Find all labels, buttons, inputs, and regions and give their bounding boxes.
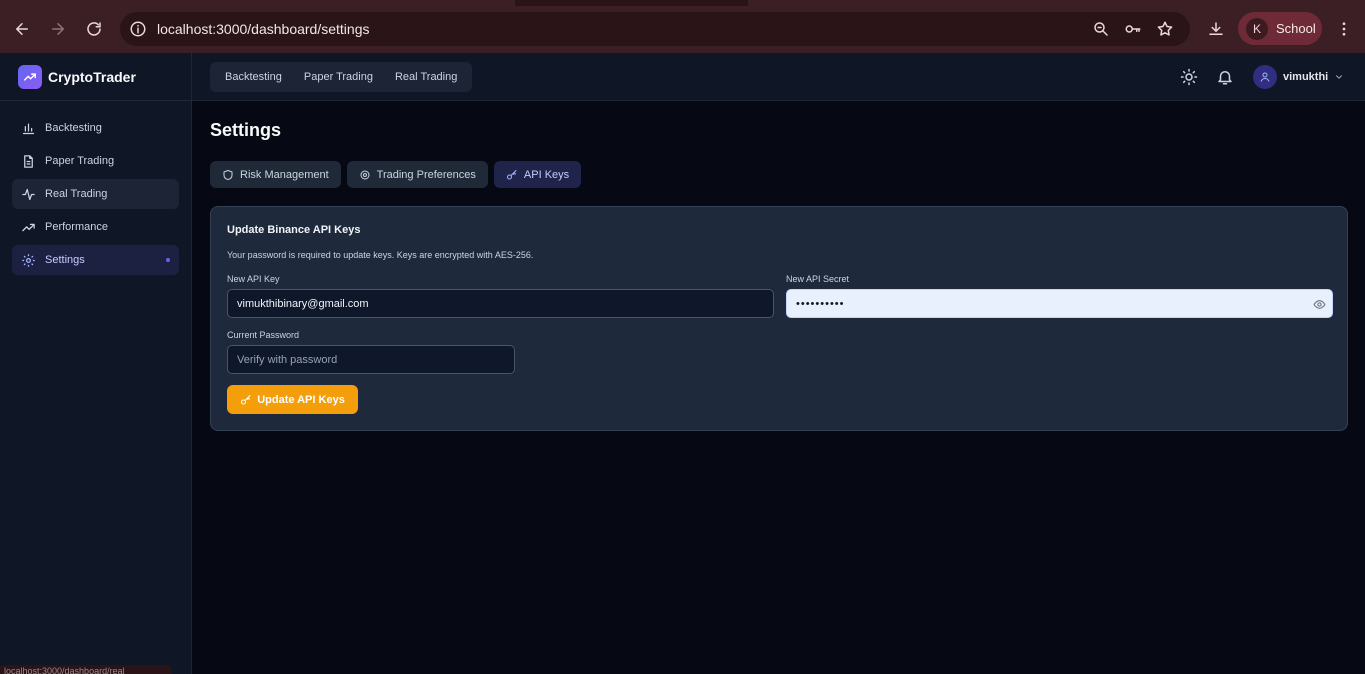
shield-icon [223,169,233,180]
tab-label: Risk Management [240,168,329,181]
gear-icon [22,253,35,267]
tab-trading-preferences[interactable]: Trading Preferences [346,161,488,188]
sidebar-item-paper-trading[interactable]: Paper Trading [12,146,179,176]
top-nav-real-trading[interactable]: Real Trading [384,62,468,92]
forward-button[interactable] [46,17,70,41]
browser-menu-button[interactable] [1332,17,1356,41]
submit-label: Update API Keys [257,393,345,406]
sidebar-item-backtesting[interactable]: Backtesting [12,113,179,143]
arrow-right-icon [52,23,64,35]
api-key-input[interactable]: vimukthibinary@gmail.com [227,289,774,318]
gear-icon [360,170,370,179]
user-menu[interactable]: vimukthi [1253,65,1344,89]
api-secret-label: New API Secret [786,274,850,284]
key-icon [506,169,517,179]
bookmark-star-icon[interactable] [1156,20,1174,38]
download-icon [1209,22,1223,35]
active-indicator-dot [166,258,170,262]
browser-tab[interactable] [0,0,515,6]
sidebar-divider [0,100,191,101]
password-label: Current Password [227,330,300,340]
site-info-icon[interactable] [129,20,147,38]
password-key-icon[interactable] [1124,20,1142,38]
user-avatar [1253,65,1277,89]
tab-risk-management[interactable]: Risk Management [210,161,341,188]
page-title: Settings [210,120,282,140]
profile-button[interactable]: K School [1238,12,1322,45]
trending-up-icon [22,223,35,231]
trending-up-logo-icon [18,65,42,89]
profile-avatar: K [1246,17,1268,40]
top-nav-paper-trading[interactable]: Paper Trading [293,62,384,92]
brand[interactable]: CryptoTrader [18,65,136,89]
card-title: Update Binance API Keys [227,224,361,236]
sidebar-item-real-trading[interactable]: Real Trading [12,179,179,209]
sun-icon[interactable] [1180,68,1198,86]
browser-tab[interactable] [748,0,1365,6]
update-api-keys-button[interactable]: Update API Keys [227,385,358,414]
sidebar-item-settings[interactable]: Settings [12,245,179,275]
sidebar-item-label: Backtesting [45,122,102,134]
reload-button[interactable] [82,17,106,41]
url-text[interactable]: localhost:3000/dashboard/settings [157,21,369,37]
eye-icon[interactable] [1313,298,1326,311]
bar-chart-icon [22,123,35,134]
sidebar-item-label: Real Trading [45,188,108,200]
browser-tabstrip [0,0,1365,6]
arrow-left-icon [16,23,28,35]
sidebar-item-performance[interactable]: Performance [12,212,179,242]
link-status-bar: localhost:3000/dashboard/real [0,665,172,674]
tab-label: Trading Preferences [376,168,476,181]
more-vertical-icon [1342,22,1346,36]
api-keys-card: Update Binance API Keys Your password is… [210,206,1348,431]
sidebar-nav: Backtesting Paper Trading Real Trading P… [12,113,179,278]
api-secret-value: •••••••••• [796,297,845,310]
chevron-down-icon [1336,75,1343,79]
brand-name: CryptoTrader [48,69,136,85]
current-password-input[interactable]: Verify with password [227,345,515,374]
activity-icon [22,188,35,200]
downloads-button[interactable] [1204,17,1228,41]
username: vimukthi [1283,71,1329,83]
top-nav-backtesting[interactable]: Backtesting [214,62,293,92]
card-description: Your password is required to update keys… [227,250,534,260]
settings-tabs: Risk Management Trading Preferences API … [210,161,587,188]
api-secret-input[interactable]: •••••••••• [786,289,1333,318]
reload-icon [87,22,101,36]
profile-name: School [1276,21,1316,36]
api-key-label: New API Key [227,274,280,284]
key-icon [241,394,251,404]
bell-icon[interactable] [1216,68,1234,86]
address-bar[interactable]: localhost:3000/dashboard/settings [120,12,1190,46]
zoom-icon[interactable] [1092,20,1110,38]
topbar: Backtesting Paper Trading Real Trading v… [192,53,1365,101]
document-icon [24,154,33,168]
sidebar: CryptoTrader Backtesting Paper Trading R… [0,53,192,674]
browser-toolbar: localhost:3000/dashboard/settings K Scho… [0,0,1365,53]
tab-api-keys[interactable]: API Keys [493,161,582,188]
sidebar-item-label: Paper Trading [45,155,115,167]
sidebar-item-label: Settings [45,254,85,266]
top-nav: Backtesting Paper Trading Real Trading [210,62,473,92]
user-icon [1260,72,1270,82]
sidebar-item-label: Performance [45,221,108,233]
tab-label: API Keys [523,168,570,181]
back-button[interactable] [10,17,34,41]
